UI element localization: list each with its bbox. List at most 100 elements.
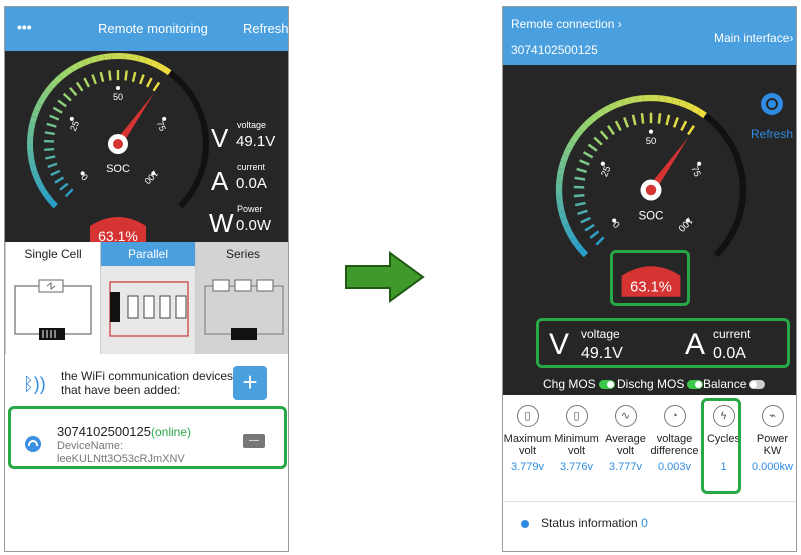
gauge-hub-center: [645, 184, 657, 196]
gauge-tick: [580, 216, 591, 224]
stat-voltage-difference: ◔ voltage difference 0.003v: [650, 405, 699, 473]
gauge-tick: [595, 236, 605, 246]
gauge-arc-segment: [178, 79, 188, 89]
gauge-arc-segment: [566, 140, 576, 150]
add-device-button[interactable]: +: [233, 366, 267, 400]
gauge-arc-segment: [569, 134, 580, 144]
tab-single-cell[interactable]: Single Cell: [5, 242, 100, 354]
stat-label: voltage difference: [650, 433, 699, 457]
gauge-arc-segment: [697, 108, 707, 119]
tab-series-label: Series: [225, 247, 260, 261]
gauge-arc-segment: [708, 117, 719, 128]
series-diagram: [204, 279, 284, 340]
gauge-arc-segment: [137, 55, 147, 64]
power-label: Power: [237, 204, 263, 214]
tab-series[interactable]: Series: [195, 242, 288, 354]
gauge-arc-segment: [671, 97, 681, 106]
gauge-tick: [145, 77, 153, 88]
gauge-tick: [665, 114, 671, 126]
gauge-tick-label: 75: [155, 119, 168, 132]
gauge-tick: [579, 159, 590, 166]
gauge-arc-segment: [173, 74, 183, 84]
chg-mos-toggle[interactable]: Chg MOS: [543, 377, 615, 391]
gauge-tick: [687, 125, 695, 136]
gauge-arc-segment: [124, 53, 133, 61]
gauge-center-label: SOC: [638, 210, 663, 222]
gauge-arc-segment: [578, 247, 589, 258]
gauge-arc-segment: [733, 217, 742, 227]
gauge-tick: [623, 117, 630, 128]
gauge-arc-segment: [730, 223, 739, 234]
gauge-arc-segment: [33, 102, 43, 112]
gauge-tick: [680, 120, 688, 132]
gauge-arc-segment: [182, 84, 192, 95]
pulse-icon: ⌁: [761, 405, 784, 427]
gauge-arc-segment: [40, 90, 50, 100]
added-devices-text-1: the WiFi communication devices: [61, 369, 234, 383]
gauge-arc-segment: [664, 96, 674, 104]
gauge-arc-segment: [40, 188, 50, 198]
gauge-arc-segment: [96, 54, 105, 62]
gauge-tick: [46, 122, 57, 128]
current-value: 0.0A: [236, 175, 267, 192]
gauge-tick-label: 100: [142, 168, 160, 186]
voltage-value: 49.1V: [236, 133, 276, 150]
gauge-tick-dot: [116, 86, 120, 90]
gauge-arc-segment: [578, 122, 589, 133]
soc-highlight-box: [610, 250, 690, 306]
gauge-arc-segment: [703, 113, 713, 123]
stat-label: Power KW: [756, 433, 789, 457]
gauge-tick: [593, 136, 603, 146]
power-icon: W: [209, 208, 234, 238]
gauge-tick: [49, 114, 60, 121]
tab-parallel-label: Parallel: [101, 242, 195, 266]
refresh-icon[interactable]: [761, 93, 783, 115]
gauge-arc-segment: [28, 122, 36, 131]
gauge-arc-segment: [678, 99, 688, 108]
gauge-tick: [573, 193, 585, 198]
gauge-tick: [672, 117, 679, 128]
gauge-arc-segment: [718, 242, 728, 252]
gauge-arc-segment: [144, 57, 153, 66]
gauge-arc-segment: [657, 95, 666, 103]
gauge-arc-segment: [193, 102, 203, 112]
voltage-icon: V: [211, 123, 229, 153]
gauge-tick: [108, 70, 112, 81]
gauge-tick: [50, 169, 61, 177]
tab-parallel[interactable]: Parallel: [100, 242, 195, 354]
status-dot-icon: [521, 520, 529, 528]
gauge-arc-segment: [691, 105, 701, 115]
gauge-arc-segment: [200, 157, 208, 166]
gauge-arc-segment: [198, 115, 207, 125]
gauge-arc-segment: [48, 199, 58, 209]
gauge-arc-segment: [713, 122, 724, 133]
gauge-tick: [54, 176, 65, 184]
gauge-tick: [574, 176, 586, 181]
gauge-arc-segment: [200, 122, 208, 131]
refresh-button[interactable]: Refresh: [751, 127, 793, 141]
power-value: 0.0W: [236, 217, 272, 234]
gauge-tick: [91, 74, 97, 85]
gauge-tick: [131, 71, 137, 83]
gauge-arc-segment: [76, 59, 86, 69]
gauge-tick: [69, 86, 78, 97]
stat-value: 3.777v: [608, 461, 643, 473]
battery-icon: ▯: [565, 405, 588, 427]
stat-value: 0.000kw: [752, 461, 793, 473]
gauge-tick: [614, 120, 622, 132]
gauge-arc-segment: [726, 230, 736, 240]
dischg-mos-toggle[interactable]: Dischg MOS: [617, 377, 704, 391]
gauge-tick: [607, 125, 615, 136]
transition-arrow: [345, 251, 425, 303]
gauge-arc-segment: [589, 113, 599, 123]
gauge-arc-segment: [48, 79, 58, 89]
gauge-tick: [599, 130, 609, 141]
gauge-tick: [62, 92, 72, 102]
stat-value: 3.776v: [559, 461, 594, 473]
balance-toggle[interactable]: Balance: [703, 377, 766, 391]
gauge-arc-segment: [167, 70, 178, 80]
gauge-arc-segment: [53, 74, 63, 84]
gauge-arc-segment: [726, 140, 736, 150]
gauge-tick: [577, 209, 588, 216]
voltage-label: voltage: [237, 120, 267, 130]
